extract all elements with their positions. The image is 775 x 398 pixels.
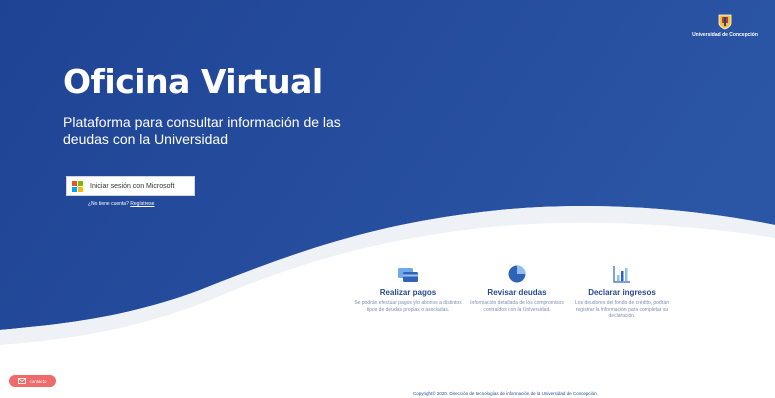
payment-card-icon <box>398 268 418 282</box>
page-title: Oficina Virtual <box>63 62 323 101</box>
footer-copyright: Copyright© 2020. Dirección de tecnología… <box>413 391 598 396</box>
feature-realizar-pagos: Realizar pagos Se podrán efectuar pagos … <box>353 262 463 313</box>
feature-description: Se podrán efectuar pagos y/o abonos a di… <box>354 300 462 313</box>
university-logo[interactable]: Universidad de Concepción <box>685 14 765 38</box>
mail-icon <box>18 378 27 384</box>
bar-chart-icon <box>613 266 630 283</box>
pie-chart-icon <box>508 265 526 283</box>
feature-declarar-ingresos: Declarar ingresos Los deudores del fondo… <box>567 262 677 320</box>
microsoft-logo-icon <box>72 180 83 192</box>
register-link[interactable]: Regístrese <box>130 201 154 207</box>
university-logo-text: Universidad de Concepción <box>692 32 758 38</box>
feature-title: Revisar deudas <box>487 288 547 297</box>
feature-revisar-deudas: Revisar deudas Información detallada de … <box>462 262 572 313</box>
feature-title: Declarar ingresos <box>588 288 656 297</box>
hero-background <box>0 0 775 345</box>
feature-description: Información detallada de los compromisos… <box>470 300 564 313</box>
register-prompt: ¿No tiene cuenta? Regístrese <box>88 201 154 207</box>
no-account-text: ¿No tiene cuenta? <box>88 201 129 207</box>
feature-title: Realizar pagos <box>379 288 437 297</box>
microsoft-login-button[interactable]: Iniciar sesión con Microsoft <box>66 176 195 196</box>
feature-description: Los deudores del fondo de crédito, podrá… <box>575 300 669 319</box>
contact-label: contacto <box>29 378 47 384</box>
page-subtitle: Plataforma para consultar información de… <box>63 114 341 147</box>
contact-button[interactable]: contacto <box>9 375 56 387</box>
login-button-label: Iniciar sesión con Microsoft <box>90 182 175 190</box>
university-crest-icon <box>718 14 732 30</box>
